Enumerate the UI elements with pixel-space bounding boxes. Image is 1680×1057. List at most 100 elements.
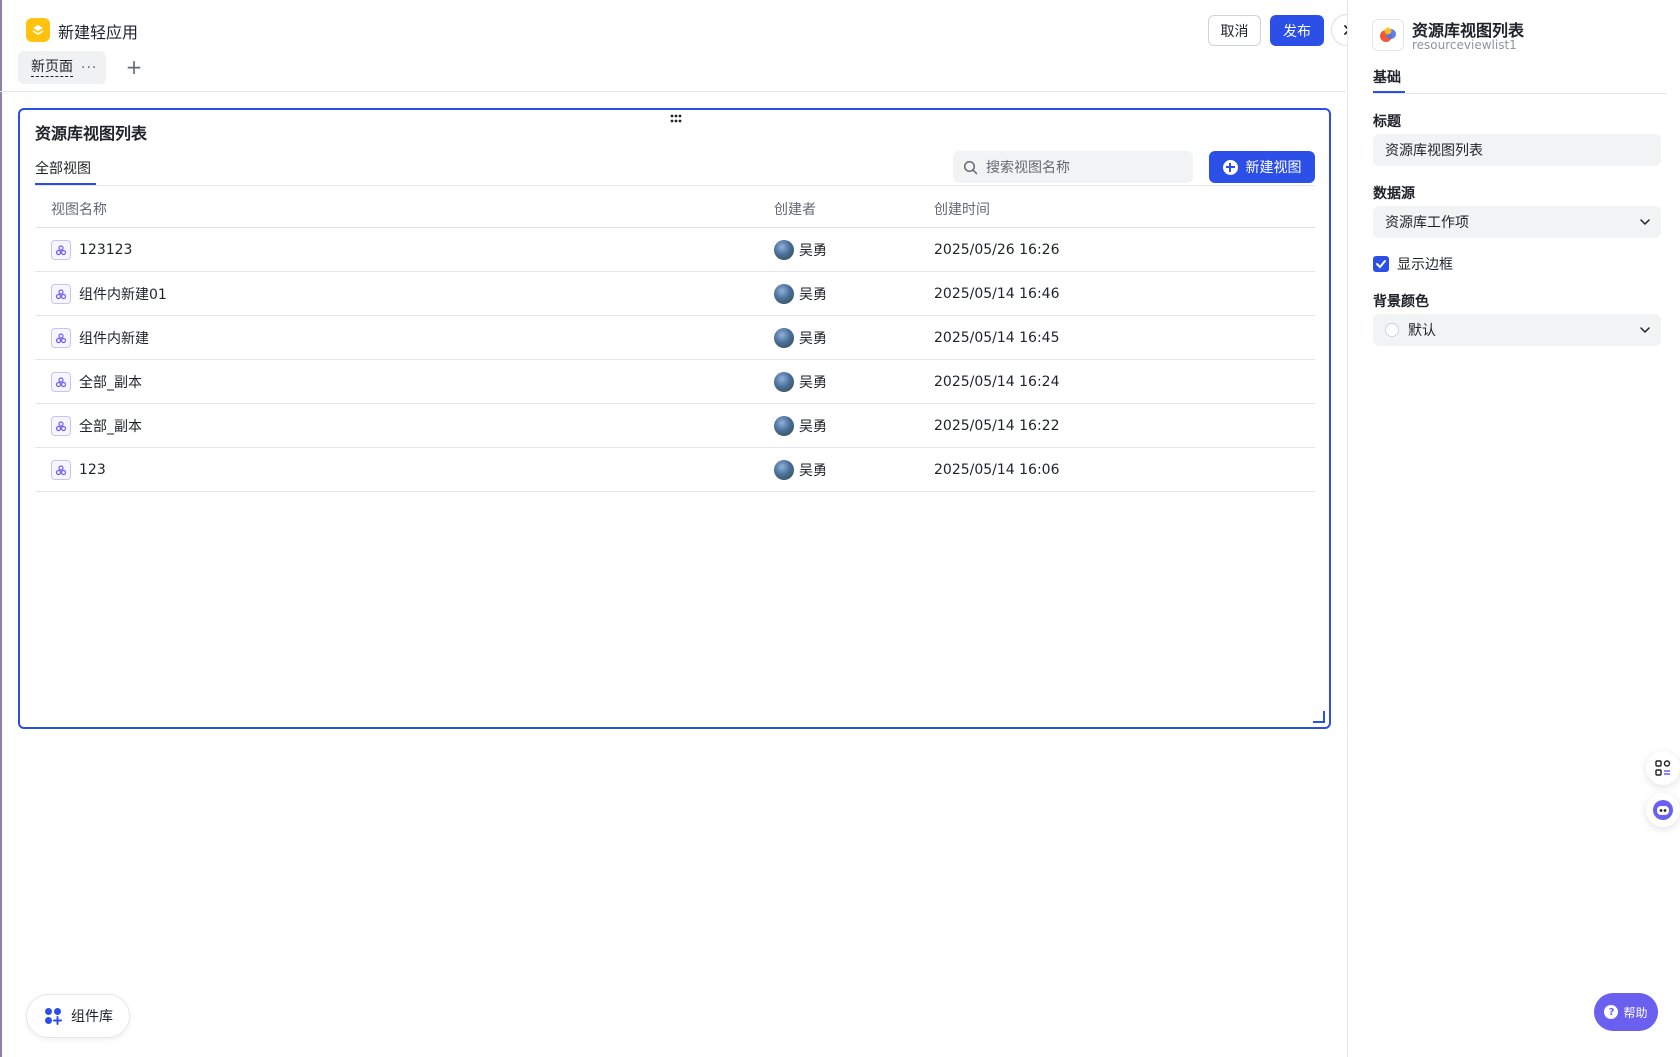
view-name-cell: 组件内新建01 (51, 272, 167, 316)
view-name[interactable]: 全部_副本 (79, 372, 142, 392)
view-name[interactable]: 组件内新建01 (79, 284, 167, 304)
created-time: 2025/05/14 16:06 (934, 462, 1060, 478)
avatar (774, 460, 794, 480)
assistant-float-button[interactable] (1646, 793, 1680, 827)
show-border-label[interactable]: 显示边框 (1397, 254, 1453, 274)
chevron-down-icon (1640, 219, 1650, 226)
show-border-checkbox[interactable] (1373, 256, 1389, 272)
created-time: 2025/05/14 16:46 (934, 286, 1060, 302)
apps-float-button[interactable] (1646, 751, 1680, 785)
table-row[interactable]: 123123 吴勇 2025/05/26 16:26 (35, 228, 1315, 272)
view-icon (51, 328, 71, 348)
table-row[interactable]: 123 吴勇 2025/05/14 16:06 (35, 448, 1315, 492)
cancel-button[interactable]: 取消 (1208, 15, 1261, 46)
color-swatch (1385, 323, 1399, 337)
created-time: 2025/05/14 16:22 (934, 418, 1060, 434)
help-button[interactable]: ? 帮助 (1594, 993, 1658, 1031)
table-row[interactable]: 全部_副本 吴勇 2025/05/14 16:24 (35, 360, 1315, 404)
properties-panel: 资源库视图列表 resourceviewlist1 基础 标题 资源库视图列表 … (1347, 0, 1680, 1057)
page-tab-label: 新页面 (31, 58, 73, 77)
tab-basic[interactable]: 基础 (1373, 67, 1401, 87)
help-label: 帮助 (1623, 1005, 1648, 1020)
avatar (774, 372, 794, 392)
add-page-button[interactable]: + (125, 56, 143, 78)
creator-cell: 吴勇 (774, 316, 827, 360)
plus-circle-icon (1222, 159, 1238, 175)
creator-name: 吴勇 (799, 287, 827, 303)
creator-name: 吴勇 (799, 243, 827, 259)
bg-color-select[interactable]: 默认 (1373, 314, 1661, 346)
app-icon (26, 18, 50, 42)
robot-icon (1653, 800, 1673, 820)
view-icon (51, 240, 71, 260)
widget-title: 资源库视图列表 (35, 124, 148, 143)
avatar (774, 240, 794, 260)
creator-name: 吴勇 (799, 463, 827, 479)
publish-button[interactable]: 发布 (1270, 15, 1324, 46)
creator-cell: 吴勇 (774, 228, 827, 272)
view-icon (51, 372, 71, 392)
view-icon (51, 416, 71, 436)
created-time: 2025/05/14 16:24 (934, 374, 1060, 390)
view-icon (51, 284, 71, 304)
window-edge (0, 0, 2, 1057)
view-name-cell: 全部_副本 (51, 360, 142, 404)
view-name[interactable]: 123123 (79, 242, 132, 258)
view-table: 视图名称 创建者 创建时间 123123 吴勇 2025/05/26 16:26 组件… (35, 186, 1315, 492)
datasource-label: 数据源 (1373, 186, 1415, 202)
view-name[interactable]: 123 (79, 462, 106, 478)
resource-view-list-widget[interactable]: 资源库视图列表 全部视图 搜索视图名称 新建视图 视图名称 创建者 创建时间 1… (18, 108, 1331, 729)
column-header-name[interactable]: 视图名称 (51, 199, 107, 219)
table-header: 视图名称 创建者 创建时间 (35, 186, 1315, 228)
view-name[interactable]: 组件内新建 (79, 328, 149, 348)
table-row[interactable]: 组件内新建01 吴勇 2025/05/14 16:46 (35, 272, 1315, 316)
created-time: 2025/05/14 16:45 (934, 330, 1060, 346)
bg-color-label: 背景颜色 (1373, 294, 1429, 310)
tab-divider (1373, 93, 1666, 94)
title-label: 标题 (1373, 114, 1401, 130)
page-tab[interactable]: 新页面 ··· (18, 51, 106, 84)
creator-cell: 吴勇 (774, 448, 827, 492)
tab-all-views[interactable]: 全部视图 (35, 158, 91, 178)
datasource-value: 资源库工作项 (1385, 215, 1469, 231)
more-icon[interactable]: ··· (81, 61, 97, 75)
search-placeholder: 搜索视图名称 (986, 160, 1070, 176)
table-row[interactable]: 全部_副本 吴勇 2025/05/14 16:22 (35, 404, 1315, 448)
created-time: 2025/05/26 16:26 (934, 242, 1060, 258)
component-library-label: 组件库 (71, 1009, 113, 1025)
new-view-label: 新建视图 (1245, 160, 1302, 176)
creator-cell: 吴勇 (774, 360, 827, 404)
check-icon (1376, 260, 1386, 269)
view-name-cell: 123 (51, 448, 106, 492)
avatar (774, 328, 794, 348)
question-icon: ? (1604, 1005, 1619, 1019)
header-divider (0, 91, 1346, 92)
new-view-button[interactable]: 新建视图 (1209, 151, 1315, 183)
app-title: 新建轻应用 (58, 23, 139, 42)
creator-cell: 吴勇 (774, 404, 827, 448)
chevron-down-icon (1640, 327, 1650, 334)
view-name-cell: 组件内新建 (51, 316, 149, 360)
table-row[interactable]: 组件内新建 吴勇 2025/05/14 16:45 (35, 316, 1315, 360)
resize-handle[interactable] (1313, 711, 1325, 723)
search-icon (963, 160, 978, 174)
component-library-button[interactable]: 组件库 (26, 994, 130, 1038)
view-icon (51, 460, 71, 480)
search-input[interactable]: 搜索视图名称 (953, 151, 1193, 183)
drag-handle-icon[interactable] (668, 112, 684, 126)
column-header-creator[interactable]: 创建者 (774, 199, 816, 219)
datasource-select[interactable]: 资源库工作项 (1373, 206, 1661, 238)
creator-name: 吴勇 (799, 419, 827, 435)
component-icon (1372, 19, 1404, 51)
view-name[interactable]: 全部_副本 (79, 416, 142, 436)
view-name-cell: 全部_副本 (51, 404, 142, 448)
avatar (774, 284, 794, 304)
bg-color-value: 默认 (1408, 323, 1436, 339)
creator-name: 吴勇 (799, 331, 827, 347)
components-icon (45, 1008, 62, 1025)
apps-icon (1655, 760, 1671, 776)
creator-cell: 吴勇 (774, 272, 827, 316)
column-header-time[interactable]: 创建时间 (934, 199, 990, 219)
panel-subtitle: resourceviewlist1 (1412, 38, 1517, 52)
title-input[interactable]: 资源库视图列表 (1373, 134, 1661, 166)
